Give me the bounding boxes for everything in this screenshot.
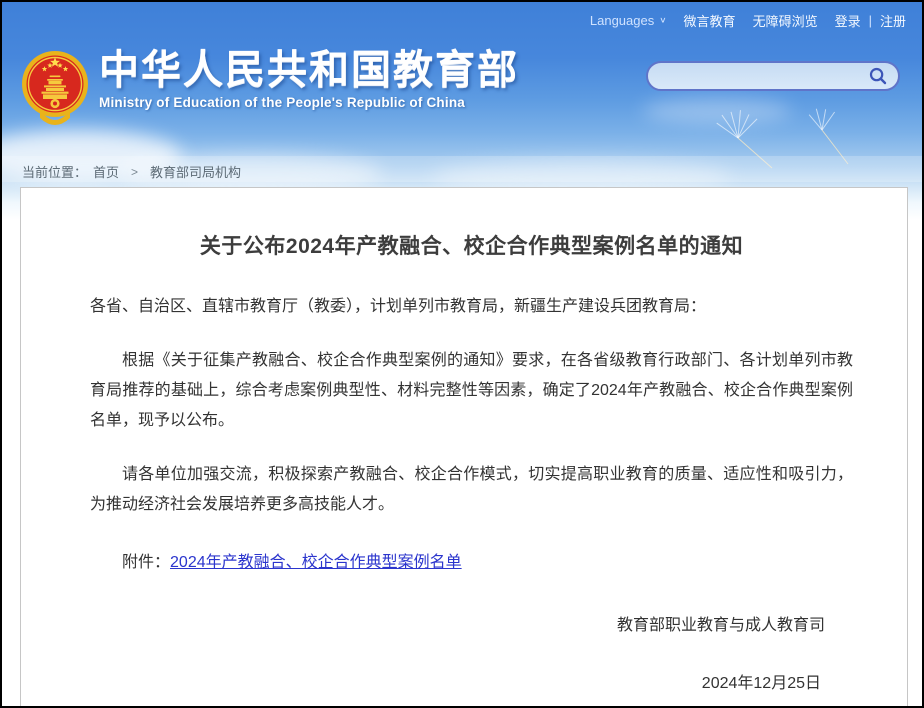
- attachment-link[interactable]: 2024年产教融合、校企合作典型案例名单: [170, 554, 462, 571]
- site-title: 中华人民共和国教育部: [99, 48, 519, 92]
- attachment-line: 附件：2024年产教融合、校企合作典型案例名单: [90, 548, 853, 578]
- search-box: [646, 61, 900, 91]
- notice-document: 关于公布2024年产教融合、校企合作典型案例名单的通知 各省、自治区、直辖市教育…: [20, 187, 908, 708]
- document-salutation: 各省、自治区、直辖市教育厅（教委），计划单列市教育局，新疆生产建设兵团教育局：: [90, 292, 853, 322]
- chevron-down-icon: ∨: [659, 16, 666, 25]
- login-link[interactable]: 登录: [835, 11, 861, 30]
- languages-label: Languages: [590, 13, 654, 28]
- breadcrumb-current[interactable]: 教育部司局机构: [150, 162, 241, 181]
- breadcrumb: 当前位置： 首页 > 教育部司局机构: [22, 162, 241, 181]
- search-input[interactable]: [662, 63, 866, 89]
- topbar: Languages ∨ 微言教育 无障碍浏览 登录 | 注册: [590, 11, 906, 30]
- document-date: 2024年12月25日: [90, 669, 853, 699]
- topbar-divider: |: [869, 13, 872, 28]
- site-logo[interactable]: 中华人民共和国教育部 Ministry of Education of the …: [20, 46, 519, 128]
- register-link[interactable]: 注册: [880, 11, 906, 30]
- topbar-link-weiyan[interactable]: 微言教育: [684, 11, 736, 30]
- brand-text: 中华人民共和国教育部 Ministry of Education of the …: [99, 46, 519, 110]
- attachment-label: 附件：: [122, 554, 170, 571]
- document-signer: 教育部职业教育与成人教育司: [90, 611, 853, 641]
- topbar-link-accessibility[interactable]: 无障碍浏览: [753, 11, 818, 30]
- document-paragraph: 请各单位加强交流，积极探索产教融合、校企合作模式，切实提高职业教育的质量、适应性…: [90, 460, 853, 520]
- breadcrumb-home[interactable]: 首页: [93, 162, 119, 181]
- search-icon: [868, 66, 888, 86]
- document-title: 关于公布2024年产教融合、校企合作典型案例名单的通知: [90, 234, 853, 260]
- search-button[interactable]: [866, 64, 890, 88]
- document-paragraph: 根据《关于征集产教融合、校企合作典型案例的通知》要求，在各省级教育行政部门、各计…: [90, 346, 853, 436]
- languages-menu[interactable]: Languages ∨: [590, 13, 667, 28]
- breadcrumb-separator: >: [131, 165, 138, 179]
- cloud-decoration: [642, 98, 792, 124]
- china-national-emblem-icon: [20, 46, 90, 128]
- breadcrumb-label: 当前位置：: [22, 162, 87, 181]
- site-subtitle: Ministry of Education of the People's Re…: [99, 95, 519, 110]
- moe-gov-page: Languages ∨ 微言教育 无障碍浏览 登录 | 注册: [0, 0, 924, 708]
